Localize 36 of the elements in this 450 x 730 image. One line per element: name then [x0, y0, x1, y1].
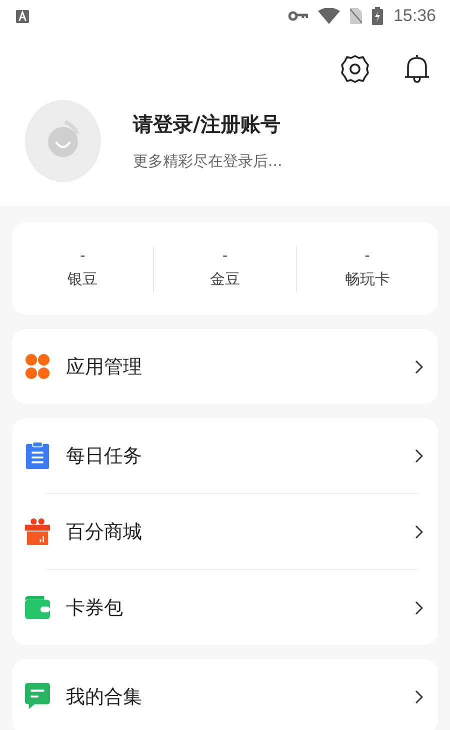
four-petal-icon: [25, 353, 50, 380]
stat-label[interactable]: 畅玩卡: [344, 270, 390, 289]
menu-label: 每日任务: [66, 444, 143, 468]
stat-value: -: [80, 248, 86, 264]
menu-label: 应用管理: [66, 354, 143, 380]
menu-label: 百分商城: [66, 520, 143, 544]
settings-icon[interactable]: [340, 54, 370, 84]
clipboard-icon: [25, 442, 50, 469]
key-icon: [288, 11, 308, 21]
menu-label: 我的合集: [66, 684, 143, 710]
no-sim-icon: [350, 8, 362, 24]
chevron-right-icon: [415, 600, 423, 614]
chevron-right-icon: [415, 360, 423, 374]
login-prompt[interactable]: 请登录/注册账号: [133, 111, 282, 138]
chevron-right-icon: [415, 448, 423, 462]
battery-icon: [372, 7, 384, 25]
chevron-right-icon: [415, 690, 423, 704]
stat-value: -: [364, 248, 370, 264]
chevron-right-icon: [415, 524, 423, 538]
status-time: 15:36: [393, 6, 436, 26]
stat-label[interactable]: 金豆: [210, 270, 240, 289]
notification-bell-icon[interactable]: [404, 54, 430, 84]
menu-item[interactable]: 应用管理: [25, 329, 425, 404]
gift-icon: [25, 518, 50, 545]
menu-item[interactable]: 卡券包: [25, 570, 425, 645]
menu-label: 卡券包: [66, 596, 124, 620]
stat-value: -: [222, 248, 228, 264]
menu-item[interactable]: 我的合集: [25, 659, 425, 730]
menu-item[interactable]: 每日任务: [25, 418, 425, 493]
wallet-icon: [25, 594, 50, 621]
wifi-icon: [318, 8, 340, 24]
chat-bubble-icon: [25, 683, 50, 710]
keyboard-icon: [16, 10, 29, 22]
login-subtitle: 更多精彩尽在登录后...: [133, 152, 282, 171]
menu-item[interactable]: 百分商城: [25, 494, 425, 569]
stat-label[interactable]: 银豆: [68, 270, 98, 289]
